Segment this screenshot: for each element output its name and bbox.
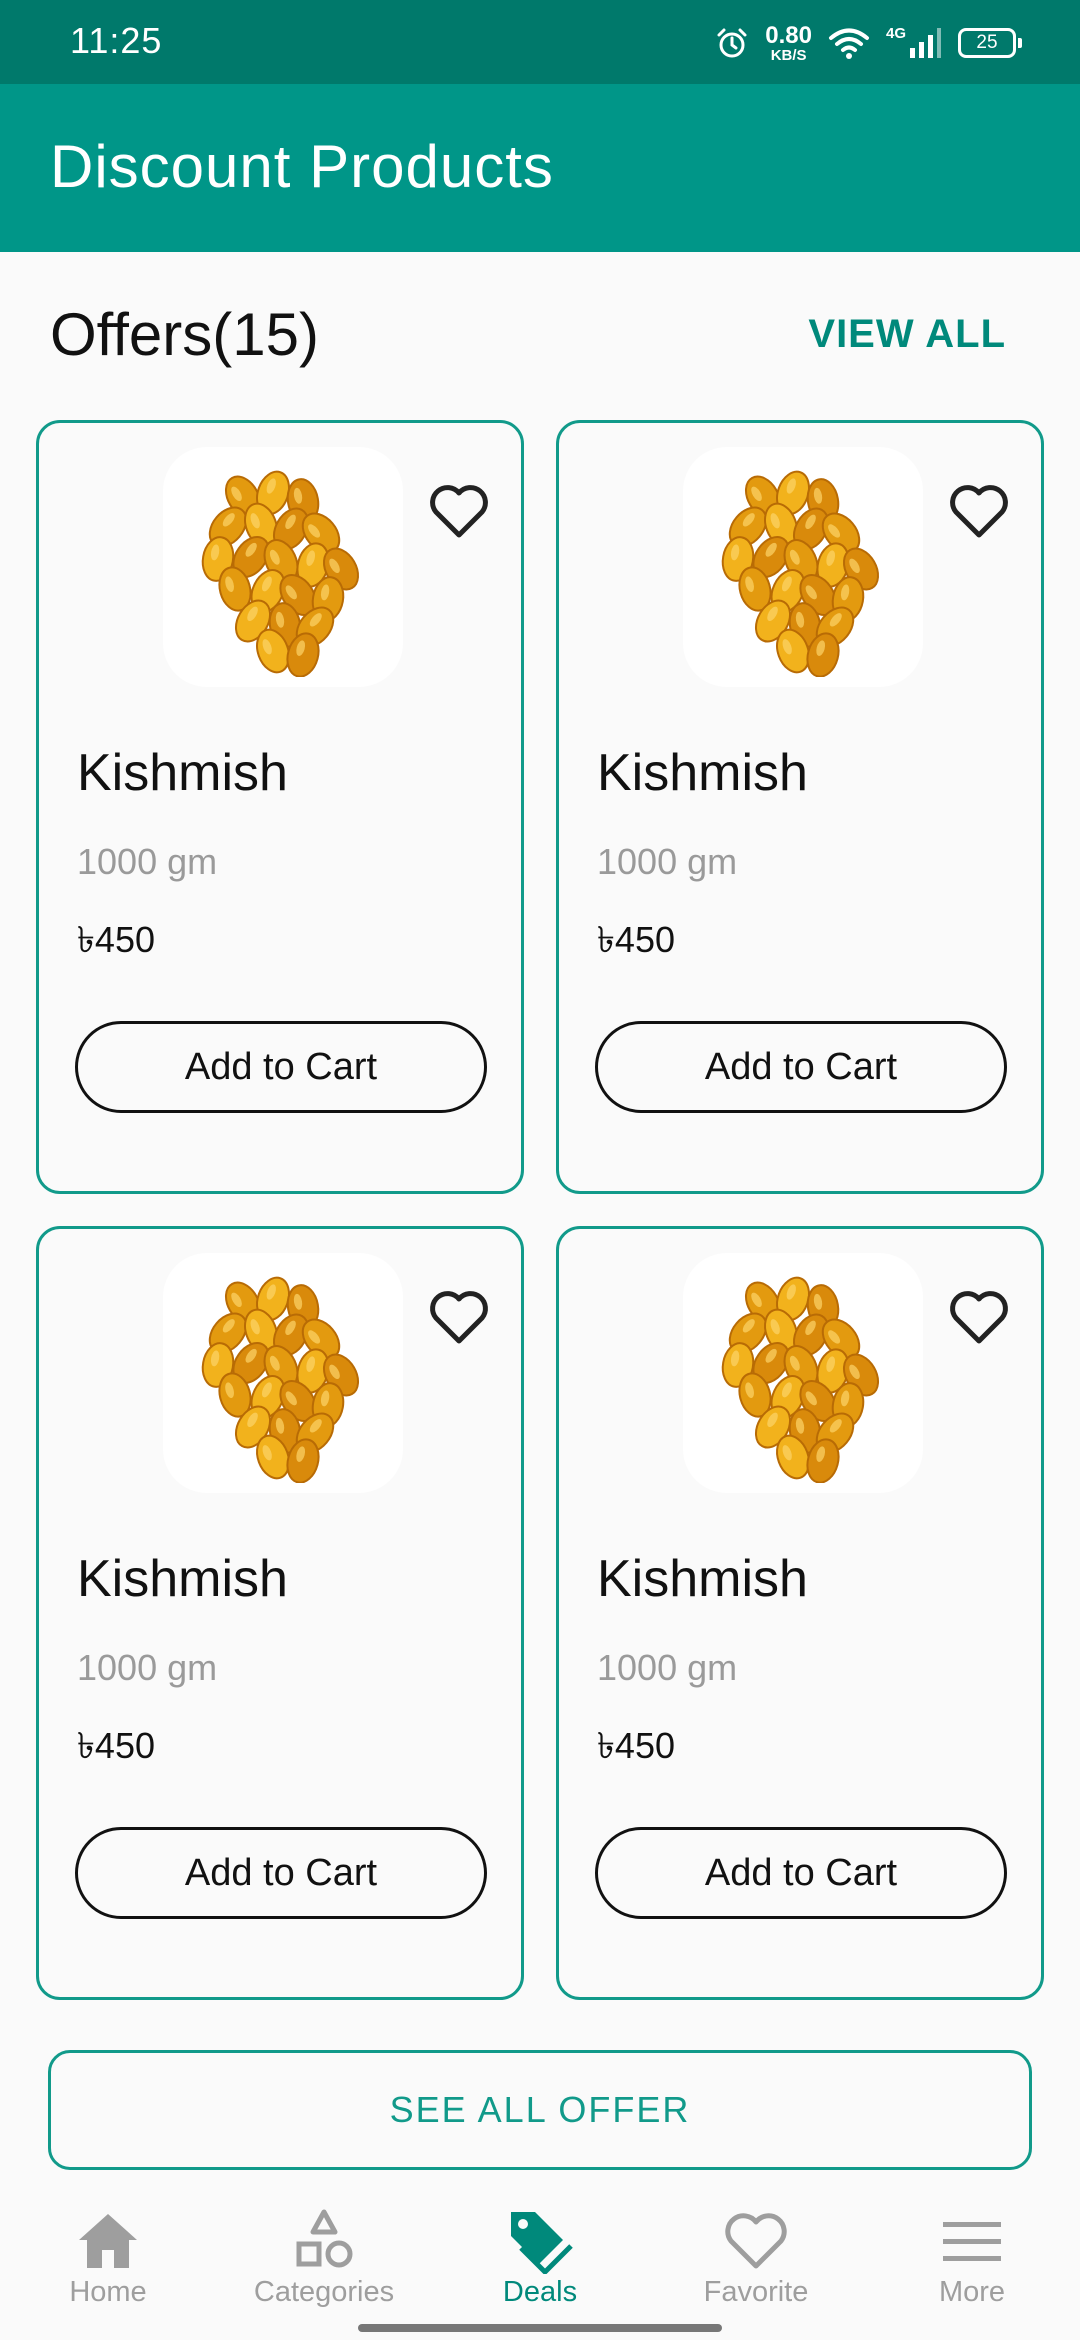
product-name: Kishmish <box>597 1550 808 1608</box>
bottom-nav: Home Categories Deals Favorite More <box>0 2190 1080 2340</box>
page-title: Discount Products <box>50 133 554 200</box>
offers-section-title: Offers(15) <box>50 301 319 368</box>
network-type: 4G <box>885 24 906 42</box>
network-speed: 0.80 KB/S <box>765 21 812 64</box>
signal-icon <box>910 28 941 58</box>
wifi-icon <box>828 28 869 59</box>
product-price: ৳450 <box>597 1725 675 1766</box>
nav-label: More <box>938 2276 1006 2308</box>
home-icon <box>79 2214 137 2268</box>
menu-icon <box>943 2222 1001 2261</box>
nav-item-deals[interactable]: Deals <box>432 2190 648 2340</box>
product-card[interactable]: Kishmish 1000 gm ৳450 Add to Cart <box>556 420 1044 1194</box>
nav-label: Home <box>69 2276 147 2308</box>
add-to-cart-button[interactable]: Add to Cart <box>75 1021 487 1113</box>
product-card[interactable]: Kishmish 1000 gm ৳450 Add to Cart <box>36 1226 524 2000</box>
status-time: 11:25 <box>70 20 163 61</box>
nav-item-home[interactable]: Home <box>0 2190 216 2340</box>
nav-item-more[interactable]: More <box>864 2190 1080 2340</box>
view-all-link[interactable]: VIEW ALL <box>808 312 1006 357</box>
nav-item-categories[interactable]: Categories <box>216 2190 432 2340</box>
alarm-icon <box>717 28 747 58</box>
gesture-bar <box>358 2324 722 2332</box>
tag-icon <box>511 2212 573 2274</box>
product-price: ৳450 <box>77 1725 155 1766</box>
nav-label: Favorite <box>703 2276 809 2308</box>
raisins-image <box>721 470 880 677</box>
product-image <box>683 1253 923 1493</box>
categories-icon <box>296 2209 353 2268</box>
see-all-offer-button[interactable]: SEE ALL OFFER <box>48 2050 1032 2170</box>
product-card[interactable]: Kishmish 1000 gm ৳450 Add to Cart <box>36 420 524 1194</box>
nav-label: Deals <box>502 2276 578 2308</box>
product-image <box>163 1253 403 1493</box>
product-weight: 1000 gm <box>77 841 218 882</box>
status-bar: 11:25 0.80 KB/S 4G 25 <box>0 0 1080 84</box>
nav-item-favorite[interactable]: Favorite <box>648 2190 864 2340</box>
product-price: ৳450 <box>597 919 675 960</box>
product-image <box>163 447 403 687</box>
product-price: ৳450 <box>77 919 155 960</box>
product-image <box>683 447 923 687</box>
raisins-image <box>721 1276 880 1483</box>
product-name: Kishmish <box>597 744 808 802</box>
add-to-cart-button[interactable]: Add to Cart <box>595 1021 1007 1113</box>
product-weight: 1000 gm <box>77 1647 218 1688</box>
product-name: Kishmish <box>77 744 288 802</box>
favorite-heart-icon[interactable] <box>427 481 491 541</box>
raisins-image <box>201 470 360 677</box>
product-weight: 1000 gm <box>597 841 738 882</box>
product-card[interactable]: Kishmish 1000 gm ৳450 Add to Cart <box>556 1226 1044 2000</box>
add-to-cart-button[interactable]: Add to Cart <box>75 1827 487 1919</box>
add-to-cart-button[interactable]: Add to Cart <box>595 1827 1007 1919</box>
raisins-image <box>201 1276 360 1483</box>
nav-label: Categories <box>253 2276 395 2308</box>
product-name: Kishmish <box>77 1550 288 1608</box>
battery-icon: 25 <box>958 28 1022 58</box>
network-speed-value: 0.80 <box>765 21 812 49</box>
product-weight: 1000 gm <box>597 1647 738 1688</box>
product-grid: Kishmish 1000 gm ৳450 Add to Cart Kishmi… <box>36 420 1044 2000</box>
favorite-heart-icon[interactable] <box>947 1287 1011 1347</box>
status-icons: 0.80 KB/S 4G 25 <box>715 18 1022 68</box>
favorite-heart-icon[interactable] <box>427 1287 491 1347</box>
heart-icon <box>725 2213 787 2269</box>
favorite-heart-icon[interactable] <box>947 481 1011 541</box>
app-bar: Discount Products <box>0 84 1080 252</box>
battery-level: 25 <box>976 32 998 53</box>
network-speed-unit: KB/S <box>770 46 807 64</box>
